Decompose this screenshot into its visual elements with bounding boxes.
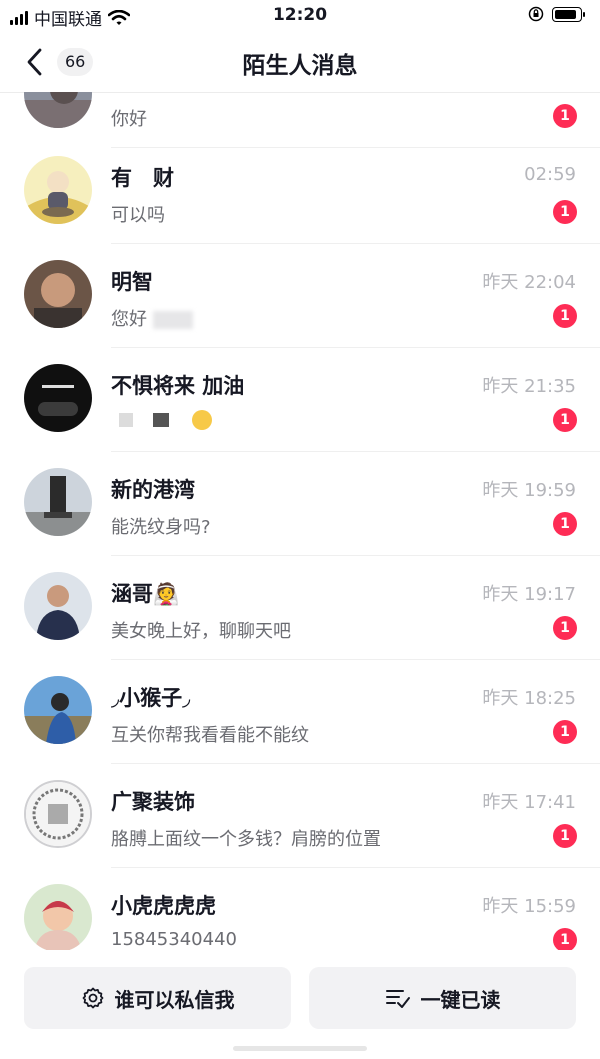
gear-icon	[82, 987, 103, 1009]
avatar[interactable]	[24, 676, 92, 744]
message-time: 昨天 17:41	[482, 792, 576, 813]
message-time: 昨天 19:59	[482, 480, 576, 501]
unread-badge: 1	[553, 824, 577, 848]
avatar[interactable]	[24, 364, 92, 432]
mark-all-read-button[interactable]: 一键已读	[309, 967, 576, 1029]
crying-laughing-emoji-icon	[192, 410, 213, 430]
unread-badge: 1	[553, 104, 577, 128]
conversation-row[interactable]: 小虎虎虎虎 昨天 15:59 15845340440 1	[0, 868, 600, 950]
unread-badge: 1	[553, 304, 577, 328]
blurred-text	[152, 311, 193, 329]
message-preview: 15845340440	[111, 929, 237, 950]
message-preview: 胳膊上面纹一个多钱？肩膀的位置	[111, 829, 381, 850]
contact-name: 有 财	[111, 166, 174, 190]
orientation-lock-icon	[528, 6, 544, 22]
message-time: 昨天 19:17	[482, 584, 576, 605]
battery-icon	[552, 6, 585, 22]
page-title: 陌生人消息	[242, 53, 358, 79]
avatar[interactable]	[24, 884, 92, 950]
unread-badge: 1	[553, 408, 577, 432]
conversation-row[interactable]: 明智 昨天 22:04 您好 1	[0, 244, 600, 348]
message-time: 昨天 15:59	[482, 896, 576, 917]
message-preview: 能洗纹身吗?	[111, 517, 211, 538]
who-can-message-me-button[interactable]: 谁可以私信我	[24, 967, 291, 1029]
message-preview: 你好	[111, 109, 147, 130]
message-time: 昨天 22:04	[482, 272, 576, 293]
message-time: 02:59	[524, 164, 576, 185]
message-preview: 互关你帮我看看能不能纹	[111, 725, 309, 746]
conversation-row[interactable]: ◞小猴子◞ 昨天 18:25 互关你帮我看看能不能纹 1	[0, 660, 600, 764]
contact-name: ◞小猴子◞	[111, 686, 191, 710]
clock: 12:20	[272, 5, 328, 25]
who-can-message-me-label: 谁可以私信我	[114, 987, 235, 1012]
conversation-row[interactable]: 不惧将来 加油 昨天 21:35 1	[0, 348, 600, 452]
mark-all-read-label: 一键已读	[420, 987, 501, 1012]
unread-badge: 1	[553, 512, 577, 536]
contact-name: 明智	[111, 270, 153, 294]
conversation-list[interactable]: 你好 1 有 财 02:59 可以吗 1 明智 昨天 22:04 您好 1 不惧…	[0, 92, 600, 950]
checklist-icon	[385, 990, 410, 1008]
message-preview	[111, 409, 213, 430]
status-right	[528, 6, 585, 22]
contact-name: 不惧将来 加油	[111, 374, 245, 398]
contact-name: 新的港湾	[111, 478, 195, 502]
unread-badge: 1	[553, 616, 577, 640]
contact-name: 小虎虎虎虎	[111, 894, 216, 918]
unread-badge: 1	[553, 720, 577, 744]
message-preview: 可以吗	[111, 205, 165, 226]
avatar[interactable]	[24, 780, 92, 848]
avatar[interactable]	[24, 260, 92, 328]
message-preview: 美女晚上好，聊聊天吧	[111, 621, 291, 642]
bottom-action-bar: 谁可以私信我 一键已读	[0, 950, 600, 1059]
contact-name: 广聚装饰	[111, 790, 195, 814]
message-text: 您好	[111, 309, 147, 330]
home-indicator	[233, 1046, 367, 1051]
unread-badge: 1	[553, 928, 577, 950]
unread-badge: 1	[553, 200, 577, 224]
avatar[interactable]	[24, 468, 92, 536]
conversation-row[interactable]: 广聚装饰 昨天 17:41 胳膊上面纹一个多钱？肩膀的位置 1	[0, 764, 600, 868]
message-preview: 您好	[111, 305, 193, 331]
blurred-text	[119, 413, 133, 427]
avatar[interactable]	[24, 572, 92, 640]
status-bar: 中国联通 12:20	[0, 0, 600, 32]
conversation-row[interactable]: 新的港湾 昨天 19:59 能洗纹身吗? 1	[0, 452, 600, 556]
conversation-row[interactable]: 有 财 02:59 可以吗 1	[0, 140, 600, 244]
nav-bar: 66 陌生人消息	[0, 32, 600, 93]
conversation-row[interactable]: 涵哥👰 昨天 19:17 美女晚上好，聊聊天吧 1	[0, 556, 600, 660]
blurred-text	[152, 413, 169, 427]
message-time: 昨天 18:25	[482, 688, 576, 709]
avatar[interactable]	[24, 92, 92, 128]
avatar[interactable]	[24, 156, 92, 224]
contact-name: 涵哥👰	[111, 582, 180, 606]
message-time: 昨天 21:35	[482, 376, 576, 397]
